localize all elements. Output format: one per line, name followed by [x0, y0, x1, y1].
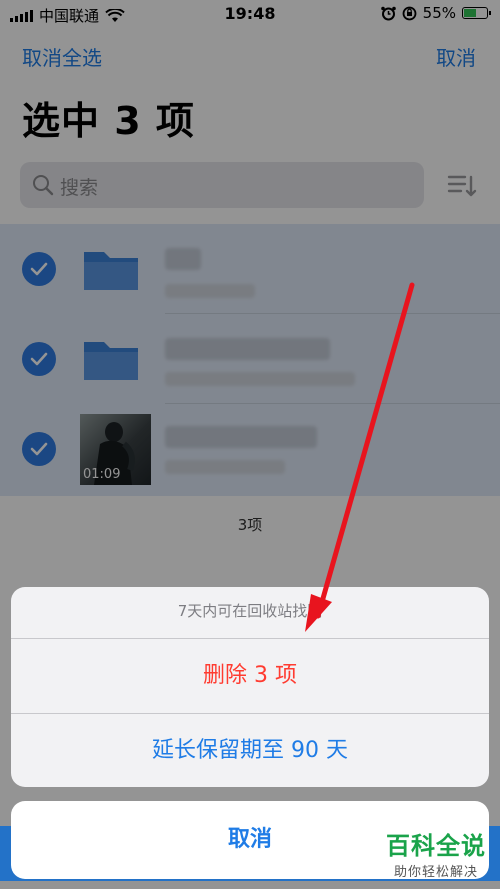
action-sheet: 7天内可在回收站找回 删除 3 项 延长保留期至 90 天 [11, 587, 489, 787]
watermark-title: 百科全说 [386, 832, 486, 860]
watermark-logo: 百科全说 助你轻松解决 [386, 826, 486, 880]
extend-retention-button[interactable]: 延长保留期至 90 天 [11, 714, 489, 787]
watermark-subtitle: 助你轻松解决 [393, 865, 478, 880]
delete-button[interactable]: 删除 3 项 [11, 639, 489, 713]
action-sheet-message: 7天内可在回收站找回 [177, 602, 323, 620]
